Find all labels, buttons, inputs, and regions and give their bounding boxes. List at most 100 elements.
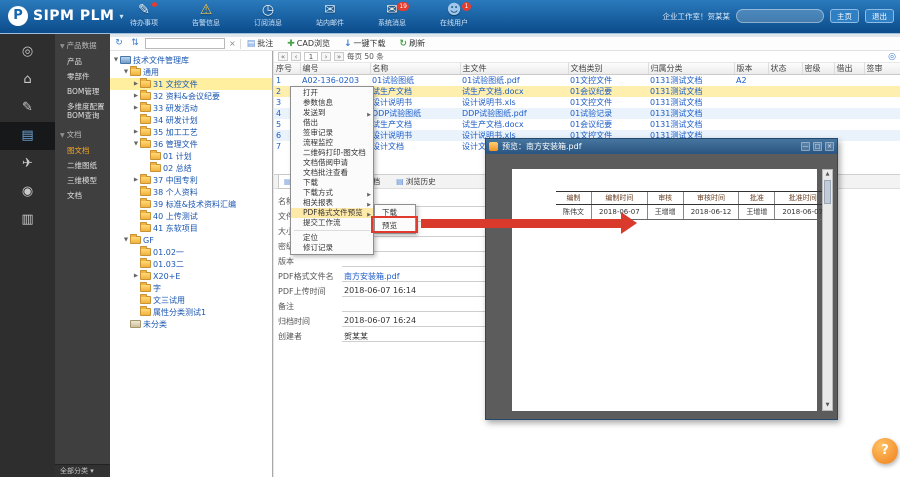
context-menu-item[interactable]: 借出	[291, 118, 373, 128]
todo-button[interactable]: ✎待办事项	[118, 1, 170, 28]
rail-item-book[interactable]: ▥	[0, 206, 55, 234]
context-menu-item[interactable]: 相关报表▶	[291, 198, 373, 208]
context-menu-item[interactable]: 修订记录	[291, 243, 373, 253]
expand-arrow-icon[interactable]: ▶	[132, 93, 140, 99]
maximize-button[interactable]: □	[813, 142, 822, 151]
column-header[interactable]: 状态	[768, 63, 802, 75]
context-menu-item[interactable]: 签审记录	[291, 128, 373, 138]
refresh-button[interactable]: ↻刷新	[398, 38, 428, 49]
subscribe-button[interactable]: ◷订阅消息	[242, 1, 294, 28]
batch-download-button[interactable]: ↓一键下载	[342, 38, 388, 49]
tree-node[interactable]: 41 东软项目	[110, 222, 272, 234]
tree-node[interactable]: 01.03二	[110, 258, 272, 270]
rail-item-home[interactable]: ⌂	[0, 66, 55, 94]
tree-node[interactable]: 01.02一	[110, 246, 272, 258]
field-value[interactable]: 南方安装箱.pdf	[342, 271, 494, 282]
sidebar-item[interactable]: 三维模型	[55, 173, 110, 188]
expand-arrow-icon[interactable]: ▶	[132, 177, 140, 183]
collapse-arrow-icon[interactable]: ▼	[112, 57, 120, 63]
cad-view-button[interactable]: ✚CAD浏览	[285, 38, 332, 49]
logout-button[interactable]: 退出	[865, 9, 894, 23]
rail-item-database[interactable]: ▤	[0, 122, 55, 150]
tree-node[interactable]: ▶32 资料&会议纪要	[110, 90, 272, 102]
tree-node[interactable]: 38 个人资料	[110, 186, 272, 198]
last-page-button[interactable]: »	[334, 52, 344, 61]
tree-node[interactable]: 字	[110, 282, 272, 294]
column-header[interactable]: 名称	[370, 63, 460, 75]
scroll-thumb[interactable]	[824, 180, 831, 204]
column-header[interactable]: 编号	[300, 63, 370, 75]
tree-node[interactable]: ▶33 研发活动	[110, 102, 272, 114]
tree-node[interactable]: 02 总结	[110, 162, 272, 174]
column-header[interactable]: 版本	[734, 63, 768, 75]
column-header[interactable]: 主文件	[460, 63, 568, 75]
tree-node[interactable]: ▶X20+E	[110, 270, 272, 282]
rail-item-edit[interactable]: ✎	[0, 94, 55, 122]
column-header[interactable]: 密级	[802, 63, 834, 75]
app-logo[interactable]: P SIPM PLM ▾	[8, 6, 124, 26]
expand-arrow-icon[interactable]: ▶	[132, 129, 140, 135]
tree-node[interactable]: 属性分类测试1	[110, 306, 272, 318]
context-menu-item[interactable]: 流程监控	[291, 138, 373, 148]
sidebar-item[interactable]: 多维度配置BOM查询	[55, 99, 110, 123]
help-float-button[interactable]: ?	[872, 438, 898, 464]
refresh-tree-icon[interactable]: ↻	[113, 38, 125, 49]
collapse-arrow-icon[interactable]: ▼	[122, 237, 130, 243]
sidebar-item[interactable]: 图文档	[55, 143, 110, 158]
system-msg-button[interactable]: ✉19系统消息	[366, 1, 418, 28]
tree-node[interactable]: 34 研发计划	[110, 114, 272, 126]
expand-arrow-icon[interactable]: ▶	[132, 105, 140, 111]
tree-node[interactable]: ▶37 中国专利	[110, 174, 272, 186]
expand-arrow-icon[interactable]: ▶	[132, 81, 140, 87]
context-menu-item[interactable]: 文档借阅申请	[291, 158, 373, 168]
context-menu-item[interactable]: 打开	[291, 88, 373, 98]
rail-item-search[interactable]: ◎	[0, 38, 55, 66]
table-row[interactable]: 1A02-136-020301试验图纸01试验图纸.pdf01文控文件0131测…	[274, 75, 900, 87]
context-menu-item[interactable]: PDF格式文件预览▶	[291, 208, 373, 218]
tree-node[interactable]: ▼36 管理文件	[110, 138, 272, 150]
clear-filter-icon[interactable]: ×	[229, 39, 236, 48]
scroll-up-icon[interactable]: ▲	[823, 170, 832, 179]
column-header[interactable]: 签审	[864, 63, 900, 75]
tree-node[interactable]: 未分类	[110, 318, 272, 330]
menu-section-title[interactable]: ▼文档	[55, 123, 110, 143]
prev-page-button[interactable]: ‹	[291, 52, 301, 61]
tree-node[interactable]: 40 上传测试	[110, 210, 272, 222]
global-search-input[interactable]	[736, 9, 824, 23]
collapse-tree-icon[interactable]: ⇅	[129, 38, 141, 49]
sidemenu-footer[interactable]: 全部分类 ▾	[55, 464, 110, 477]
collapse-arrow-icon[interactable]: ▼	[132, 141, 140, 147]
context-menu-item[interactable]: 定位	[291, 233, 373, 243]
tree-node[interactable]: ▼技术文件管理库	[110, 54, 272, 66]
tree-node[interactable]: 39 标准&技术资料汇编	[110, 198, 272, 210]
tree-filter-input[interactable]	[145, 38, 225, 49]
tree-node[interactable]: ▼GF	[110, 234, 272, 246]
tree-node[interactable]: 01 计划	[110, 150, 272, 162]
next-page-button[interactable]: ›	[321, 52, 331, 61]
sidebar-item[interactable]: 文档	[55, 188, 110, 203]
search-icon[interactable]: ◎	[888, 52, 896, 62]
page-number-input[interactable]: 1	[304, 52, 318, 61]
collapse-arrow-icon[interactable]: ▼	[122, 69, 130, 75]
context-menu-item[interactable]: 提交工作流	[291, 218, 373, 228]
column-header[interactable]: 借出	[834, 63, 864, 75]
scroll-down-icon[interactable]: ▼	[823, 401, 832, 410]
context-menu-item[interactable]: 发送到▶	[291, 108, 373, 118]
context-menu-item[interactable]: 文档批注查看	[291, 168, 373, 178]
sidebar-item[interactable]: BOM管理	[55, 84, 110, 99]
tree-node[interactable]: ▼通用	[110, 66, 272, 78]
minimize-button[interactable]: —	[801, 142, 810, 151]
preview-window-titlebar[interactable]: 预览：南方安装箱.pdf — □ ×	[486, 139, 837, 154]
context-menu-item[interactable]: 二维码打印-图文档	[291, 148, 373, 158]
tree-node[interactable]: ▶31 文控文件	[110, 78, 272, 90]
menu-section-title[interactable]: ▼产品数据	[55, 34, 110, 54]
tree-node[interactable]: 文三试用	[110, 294, 272, 306]
sidebar-item[interactable]: 二维图纸	[55, 158, 110, 173]
sidebar-item[interactable]: 产品	[55, 54, 110, 69]
column-header[interactable]: 归属分类	[648, 63, 734, 75]
alert-button[interactable]: ⚠告警信息	[180, 1, 232, 28]
mail-button[interactable]: ✉站内邮件	[304, 1, 356, 28]
context-menu-item[interactable]: 参数信息	[291, 98, 373, 108]
detail-tab[interactable]: ▤浏览历史	[391, 175, 441, 188]
rail-item-send[interactable]: ✈	[0, 150, 55, 178]
